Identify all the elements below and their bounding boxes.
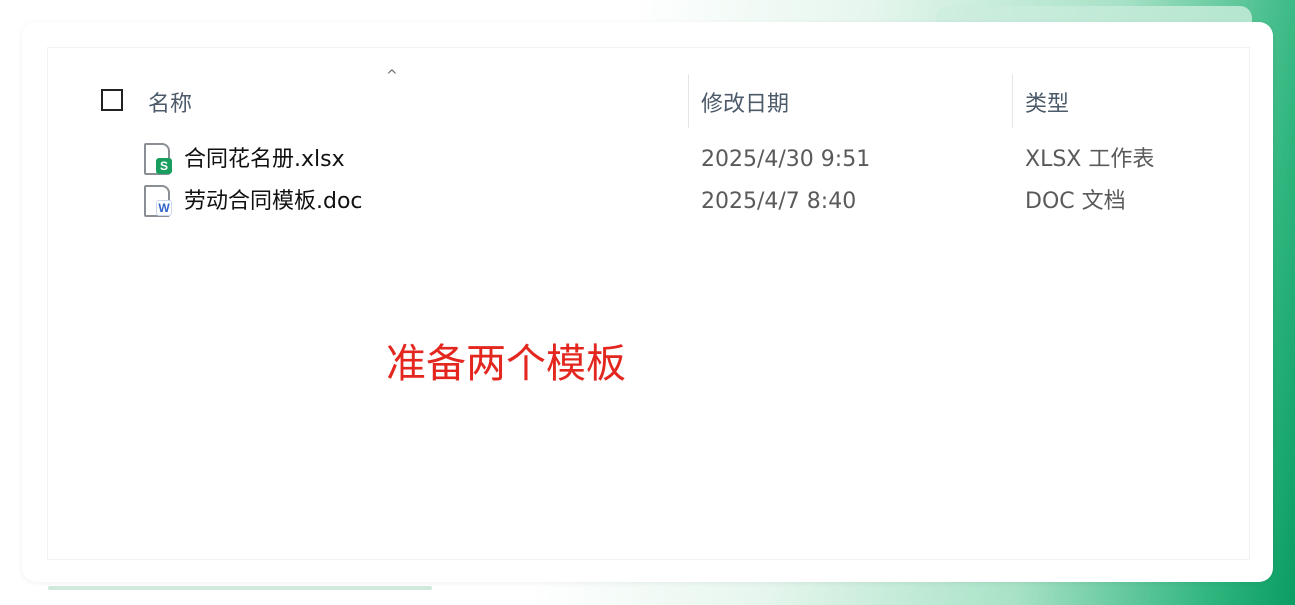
file-type: DOC 文档 [1025, 189, 1126, 214]
file-type: XLSX 工作表 [1025, 147, 1155, 172]
column-header-modified-date[interactable]: 修改日期 [701, 86, 789, 118]
word-badge: W [156, 200, 172, 216]
spreadsheet-file-icon: S [144, 143, 172, 175]
file-row[interactable]: W 劳动合同模板.doc 2025/4/7 8:40 DOC 文档 [144, 185, 1264, 219]
sort-ascending-icon: ^ [386, 68, 398, 84]
file-list-view: ^ 名称 修改日期 类型 S 合同花名册.xlsx 2025/4/30 9:51… [47, 47, 1250, 560]
select-all-checkbox[interactable] [101, 89, 123, 111]
column-header-type[interactable]: 类型 [1025, 86, 1069, 118]
file-row[interactable]: S 合同花名册.xlsx 2025/4/30 9:51 XLSX 工作表 [144, 143, 1264, 177]
word-document-file-icon: W [144, 185, 172, 217]
file-name[interactable]: 合同花名册.xlsx [184, 143, 345, 177]
file-explorer-panel: ^ 名称 修改日期 类型 S 合同花名册.xlsx 2025/4/30 9:51… [22, 22, 1273, 582]
column-divider[interactable] [1012, 74, 1013, 128]
file-modified-date: 2025/4/7 8:40 [701, 189, 857, 214]
file-modified-date: 2025/4/30 9:51 [701, 147, 871, 172]
spreadsheet-badge: S [156, 158, 172, 174]
annotation-text: 准备两个模板 [386, 341, 626, 387]
file-name[interactable]: 劳动合同模板.doc [184, 185, 363, 219]
column-divider[interactable] [688, 74, 689, 128]
column-header-name[interactable]: 名称 [148, 86, 192, 118]
horizontal-scrollbar[interactable] [48, 586, 432, 590]
